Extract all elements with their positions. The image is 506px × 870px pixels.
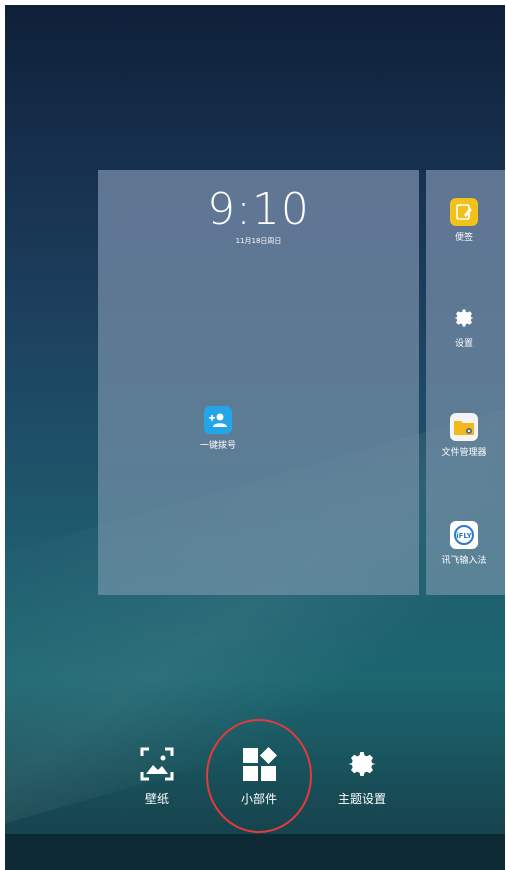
app-label: 便签 bbox=[454, 233, 473, 243]
ifly-icon: iFLY bbox=[450, 521, 478, 549]
app-one-key-dial[interactable]: 一键拨号 bbox=[188, 406, 248, 451]
app-label: 一键拨号 bbox=[199, 441, 236, 451]
gear-icon bbox=[450, 304, 478, 332]
home-screen-edit-mode: 9:10 11月18日周日 一键拨号 便签 设置 文件管理器 iFLY 讯飞输入… bbox=[5, 5, 505, 870]
svg-text:iFLY: iFLY bbox=[456, 532, 473, 540]
wallpaper-label: 壁纸 bbox=[144, 792, 169, 806]
notes-icon bbox=[450, 198, 478, 226]
app-settings[interactable]: 设置 bbox=[434, 304, 494, 349]
home-page-preview-2[interactable]: 便签 设置 文件管理器 iFLY 讯飞输入法 bbox=[426, 170, 505, 595]
theme-settings-label: 主题设置 bbox=[337, 792, 386, 806]
clock-date: 11月18日周日 bbox=[235, 237, 282, 245]
app-ifly-input[interactable]: iFLY 讯飞输入法 bbox=[430, 521, 498, 566]
app-label: 讯飞输入法 bbox=[441, 556, 487, 566]
gear-icon bbox=[344, 746, 380, 782]
wallpaper-icon bbox=[139, 746, 175, 782]
app-notes[interactable]: 便签 bbox=[434, 198, 494, 243]
highlight-circle-annotation bbox=[206, 719, 312, 833]
wallpaper-button[interactable]: 壁纸 bbox=[122, 746, 192, 807]
folder-icon bbox=[450, 413, 478, 441]
app-label: 文件管理器 bbox=[441, 448, 487, 458]
app-file-manager[interactable]: 文件管理器 bbox=[430, 413, 498, 458]
clock-time: 9:10 bbox=[207, 184, 310, 235]
add-contact-icon bbox=[204, 406, 232, 434]
theme-settings-button[interactable]: 主题设置 bbox=[327, 746, 397, 807]
navigation-bar bbox=[5, 834, 505, 870]
app-label: 设置 bbox=[454, 339, 473, 349]
home-page-preview-1[interactable]: 9:10 11月18日周日 一键拨号 bbox=[98, 170, 419, 595]
